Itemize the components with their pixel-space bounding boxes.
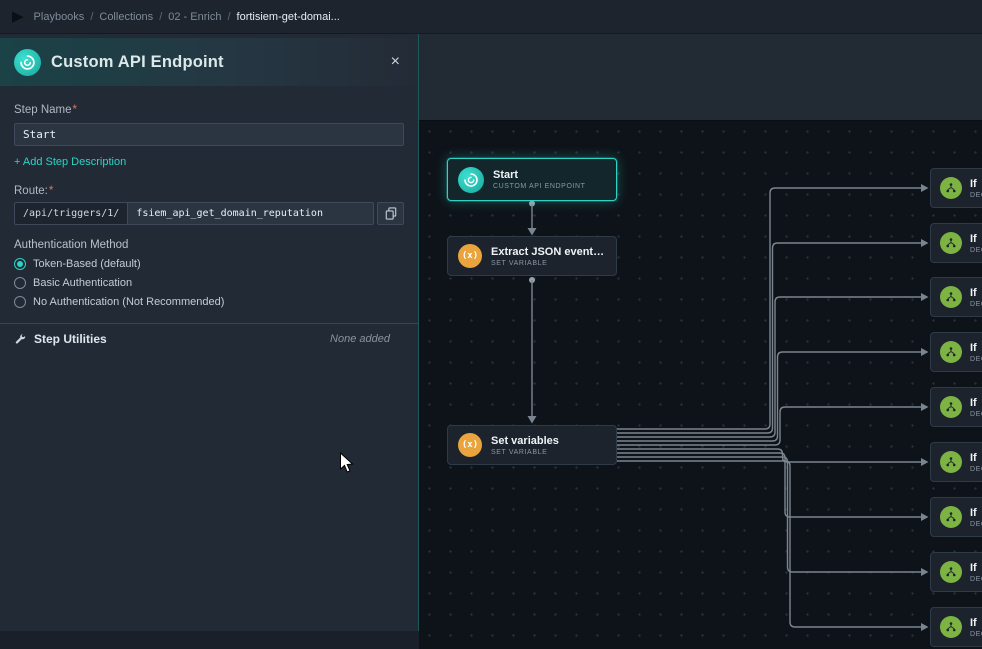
breadcrumb-item-collection-name[interactable]: 02 - Enrich — [168, 11, 221, 23]
step-utilities-label: Step Utilities — [34, 332, 323, 346]
playbook-logo-icon[interactable]: ▶ — [12, 9, 24, 24]
step-utilities-section[interactable]: Step Utilities None added — [14, 332, 404, 346]
node-if-decision-3[interactable]: If DECISION — [930, 277, 982, 317]
section-divider — [0, 323, 418, 324]
decision-icon — [940, 616, 962, 638]
auth-option-token-based[interactable]: Token-Based (default) — [14, 258, 404, 270]
decision-icon — [940, 341, 962, 363]
node-if-decision-6[interactable]: If DECISION — [930, 442, 982, 482]
node-if-decision-2[interactable]: If DECISION — [930, 223, 982, 263]
add-step-description-link[interactable]: + Add Step Description — [14, 156, 126, 168]
node-set-variables[interactable]: (x) Set variables SET VARIABLE — [447, 425, 617, 465]
node-title: If — [970, 617, 982, 629]
decision-icon — [940, 561, 962, 583]
node-subtitle: DECISION — [970, 521, 982, 528]
canvas-header-area — [419, 34, 982, 121]
set-variable-icon: (x) — [458, 244, 482, 268]
breadcrumb-separator: / — [90, 11, 93, 23]
node-subtitle: DECISION — [970, 356, 982, 363]
route-prefix: /api/triggers/1/ — [14, 202, 127, 225]
auth-option-label: Token-Based (default) — [33, 258, 141, 270]
node-subtitle: DECISION — [970, 411, 982, 418]
node-title: If — [970, 233, 982, 245]
breadcrumb-current-playbook: fortisiem-get-domai... — [237, 11, 340, 23]
step-name-input[interactable] — [14, 123, 404, 146]
route-label: Route:* — [14, 185, 404, 197]
node-subtitle: SET VARIABLE — [491, 260, 606, 267]
node-title: If — [970, 342, 982, 354]
node-title: If — [970, 562, 982, 574]
step-config-panel: Custom API Endpoint × Step Name* + Add S… — [0, 34, 419, 631]
node-subtitle: DECISION — [970, 576, 982, 583]
breadcrumb-separator: / — [227, 11, 230, 23]
custom-api-endpoint-icon — [458, 167, 484, 193]
node-if-decision-4[interactable]: If DECISION — [930, 332, 982, 372]
auth-option-label: Basic Authentication — [33, 277, 132, 289]
breadcrumb-item-collections[interactable]: Collections — [99, 11, 153, 23]
route-input-group: /api/triggers/1/ — [14, 202, 404, 225]
panel-title: Custom API Endpoint — [51, 53, 377, 72]
required-marker: * — [73, 104, 77, 116]
copy-icon — [385, 207, 397, 220]
node-title: If — [970, 178, 982, 190]
node-subtitle: DECISION — [970, 631, 982, 638]
copy-route-button[interactable] — [377, 202, 404, 225]
node-if-decision-8[interactable]: If DECISION — [930, 552, 982, 592]
node-if-decision-7[interactable]: If DECISION — [930, 497, 982, 537]
auth-option-label: No Authentication (Not Recommended) — [33, 296, 224, 308]
decision-icon — [940, 451, 962, 473]
decision-icon — [940, 506, 962, 528]
close-icon[interactable]: × — [387, 52, 404, 72]
wrench-icon — [14, 333, 27, 346]
radio-icon — [14, 258, 26, 270]
auth-option-basic[interactable]: Basic Authentication — [14, 277, 404, 289]
breadcrumb-bar: ▶ Playbooks / Collections / 02 - Enrich … — [0, 0, 982, 34]
radio-icon — [14, 277, 26, 289]
node-subtitle: DECISION — [970, 466, 982, 473]
node-title: Extract JSON event or inc... — [491, 246, 606, 258]
breadcrumb-item-playbooks[interactable]: Playbooks — [34, 11, 85, 23]
node-title: If — [970, 452, 982, 464]
node-title: If — [970, 287, 982, 299]
decision-icon — [940, 396, 962, 418]
step-name-label: Step Name* — [14, 104, 77, 116]
panel-footer — [0, 631, 419, 649]
node-if-decision-1[interactable]: If DECISION — [930, 168, 982, 208]
playbook-editor-window: ▶ Playbooks / Collections / 02 - Enrich … — [0, 0, 982, 649]
node-title: If — [970, 507, 982, 519]
node-title: Start — [493, 169, 586, 181]
node-extract-json[interactable]: (x) Extract JSON event or inc... SET VAR… — [447, 236, 617, 276]
decision-icon — [940, 232, 962, 254]
node-subtitle: SET VARIABLE — [491, 449, 559, 456]
custom-api-endpoint-icon — [14, 49, 41, 76]
decision-icon — [940, 177, 962, 199]
node-subtitle: DECISION — [970, 192, 982, 199]
step-utilities-status: None added — [330, 333, 390, 345]
node-start[interactable]: Start CUSTOM API ENDPOINT — [447, 158, 617, 201]
node-title: Set variables — [491, 435, 559, 447]
set-variable-icon: (x) — [458, 433, 482, 457]
node-subtitle: CUSTOM API ENDPOINT — [493, 183, 586, 190]
node-title: If — [970, 397, 982, 409]
breadcrumb: Playbooks / Collections / 02 - Enrich / … — [34, 11, 340, 23]
node-if-decision-9[interactable]: If DECISION — [930, 607, 982, 647]
radio-icon — [14, 296, 26, 308]
node-subtitle: DECISION — [970, 301, 982, 308]
auth-method-label: Authentication Method — [14, 239, 404, 251]
decision-icon — [940, 286, 962, 308]
required-marker: * — [49, 185, 53, 197]
panel-header: Custom API Endpoint × — [0, 38, 418, 86]
breadcrumb-separator: / — [159, 11, 162, 23]
node-subtitle: DECISION — [970, 247, 982, 254]
node-if-decision-5[interactable]: If DECISION — [930, 387, 982, 427]
route-input[interactable] — [127, 202, 374, 225]
auth-option-none[interactable]: No Authentication (Not Recommended) — [14, 296, 404, 308]
